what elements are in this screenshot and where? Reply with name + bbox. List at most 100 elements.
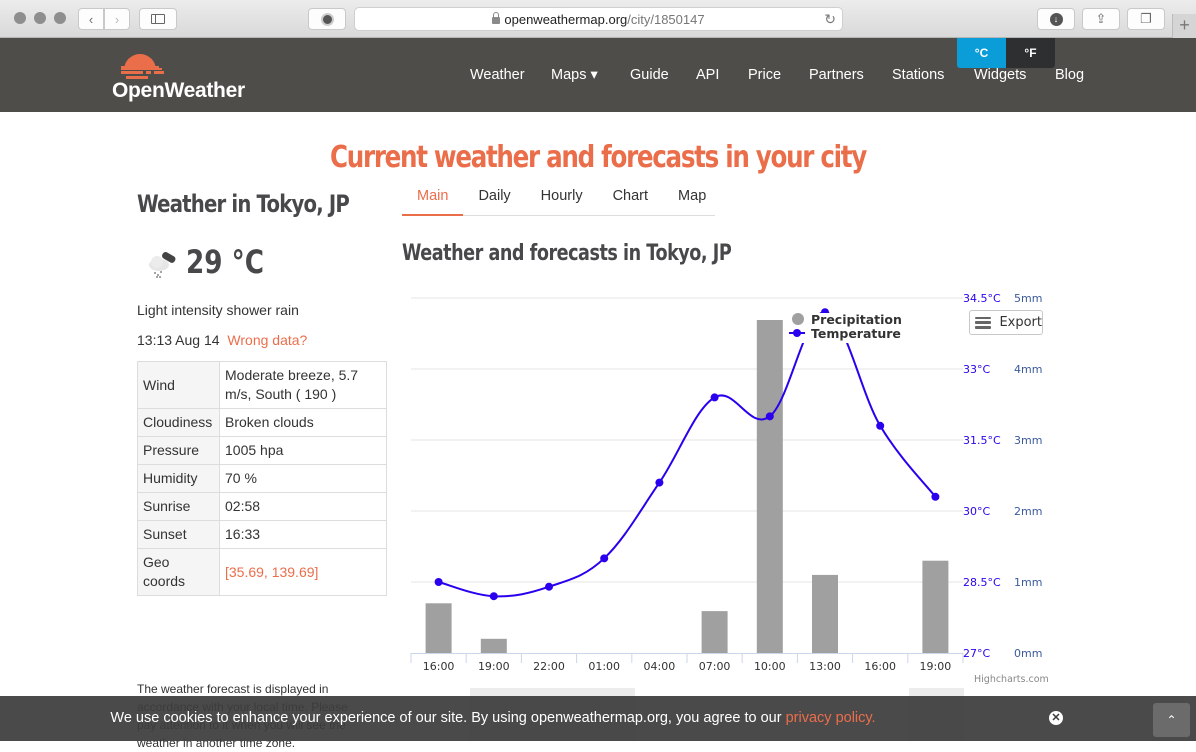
address-bar[interactable]: openweathermap.org/city/1850147 ↻ <box>354 7 843 31</box>
logo-text: OpenWeather <box>112 79 245 102</box>
back-button[interactable]: ‹ <box>78 8 104 30</box>
detail-value: 1005 hpa <box>219 436 387 465</box>
x-tick-label: 19:00 <box>920 660 952 673</box>
fahrenheit-button[interactable]: °F <box>1006 38 1055 68</box>
share-icon: ⇪ <box>1095 11 1107 26</box>
x-tick-label: 07:00 <box>699 660 731 673</box>
tab-map[interactable]: Map <box>663 182 721 215</box>
logo[interactable]: OpenWeather <box>112 48 245 103</box>
table-row: Cloudiness Broken clouds <box>137 408 387 437</box>
page-title: Current weather and forecasts in your ci… <box>330 140 867 175</box>
tab-chart[interactable]: Chart <box>598 182 663 215</box>
sidebar-button[interactable] <box>139 8 177 30</box>
nav-weather[interactable]: Weather <box>470 67 525 83</box>
precipitation-bar <box>922 560 949 653</box>
x-tick-label: 01:00 <box>588 660 620 673</box>
privacy-report-button[interactable] <box>308 8 346 30</box>
nav-price[interactable]: Price <box>748 67 781 83</box>
shower-rain-icon <box>149 252 176 278</box>
unit-toggle: °C °F <box>957 38 1055 68</box>
x-tick-label: 13:00 <box>809 660 841 673</box>
precip-tick-label: 1mm <box>1014 576 1042 589</box>
detail-label: Cloudiness <box>137 408 220 437</box>
detail-label: Wind <box>137 361 220 409</box>
detail-value: 16:33 <box>219 520 387 549</box>
detail-value: 02:58 <box>219 492 387 521</box>
new-tab-icon: + <box>1179 15 1190 35</box>
forecast-tabs: Main Daily Hourly Chart Map <box>402 182 715 216</box>
zoom-window-button[interactable] <box>54 12 66 24</box>
temperature-line <box>438 311 937 598</box>
nav-guide[interactable]: Guide <box>630 67 669 83</box>
celsius-button[interactable]: °C <box>957 38 1006 68</box>
temp-tick-label: 34.5°C <box>963 292 1001 305</box>
geo-coords-link[interactable]: [35.69, 139.69] <box>219 548 387 596</box>
cookie-banner: We use cookies to enhance your experienc… <box>0 696 1196 741</box>
minimize-window-button[interactable] <box>34 12 46 24</box>
y-axes: 27°C 0mm 28.5°C 1mm 30°C 2mm 31.5°C 3mm 33°C 4mm 3… <box>963 292 1042 660</box>
current-temperature: 29 °C <box>186 243 265 281</box>
legend-temperature-label: Temperature <box>811 326 901 341</box>
wrong-data-link[interactable]: Wrong data? <box>227 332 307 348</box>
nav-stations[interactable]: Stations <box>892 67 944 83</box>
site-header: OpenWeather Weather Maps ▾ Guide API Pri… <box>0 38 1196 112</box>
temp-tick-label: 33°C <box>963 363 990 376</box>
nav-blog[interactable]: Blog <box>1055 67 1084 83</box>
share-button[interactable]: ⇪ <box>1082 8 1120 30</box>
nav-partners[interactable]: Partners <box>809 67 864 83</box>
precip-tick-label: 5mm <box>1014 292 1042 305</box>
section-title: Weather and forecasts in Tokyo, JP <box>402 241 732 266</box>
scroll-to-top-button[interactable]: ⌃ <box>1153 703 1190 737</box>
temperature-point <box>931 492 940 501</box>
nav-maps[interactable]: Maps ▾ <box>551 67 598 83</box>
nav-api[interactable]: API <box>696 67 719 83</box>
tab-hourly[interactable]: Hourly <box>526 182 598 215</box>
tabs-icon: ❐ <box>1140 11 1152 26</box>
url-path: /city/1850147 <box>627 11 705 27</box>
show-tabs-button[interactable]: ❐ <box>1127 8 1165 30</box>
temp-tick-label: 30°C <box>963 505 990 518</box>
x-tick-label: 10:00 <box>754 660 786 673</box>
browser-toolbar: ‹ › openweathermap.org/city/1850147 ↻ ↓ … <box>0 0 1196 38</box>
forward-button[interactable]: › <box>104 8 130 30</box>
detail-label: Humidity <box>137 464 220 493</box>
temperature-point <box>489 592 498 601</box>
close-window-button[interactable] <box>14 12 26 24</box>
privacy-icon <box>320 12 334 26</box>
export-button[interactable]: Export <box>969 310 1043 335</box>
legend-precipitation-marker <box>792 313 804 325</box>
reload-icon[interactable]: ↻ <box>824 11 836 28</box>
temp-tick-label: 31.5°C <box>963 434 1001 447</box>
legend-temperature-marker <box>793 329 801 337</box>
temp-tick-label: 28.5°C <box>963 576 1001 589</box>
temperature-point <box>765 412 774 421</box>
x-tick-label: 04:00 <box>644 660 676 673</box>
precip-tick-label: 3mm <box>1014 434 1042 447</box>
detail-value: Moderate breeze, 5.7 m/s, South ( 190 ) <box>219 361 387 409</box>
chart-credits[interactable]: Highcharts.com <box>974 674 1049 685</box>
close-cookie-button[interactable]: ✕ <box>1049 711 1063 725</box>
temperature-point <box>434 578 443 586</box>
precipitation-bars <box>425 320 949 653</box>
close-icon: ✕ <box>1051 712 1061 724</box>
detail-label: Sunset <box>137 520 220 549</box>
precip-tick-label: 4mm <box>1014 363 1042 376</box>
detail-label: Sunrise <box>137 492 220 521</box>
logo-sun-icon <box>121 54 164 79</box>
downloads-button[interactable]: ↓ <box>1037 8 1075 30</box>
x-tick-label: 19:00 <box>478 660 510 673</box>
privacy-policy-link[interactable]: privacy policy. <box>786 710 876 726</box>
temperature-points <box>434 308 940 601</box>
observation-time: 13:13 Aug 14 Wrong data? <box>137 332 307 348</box>
chevron-up-icon: ⌃ <box>1166 713 1177 727</box>
export-label: Export <box>999 315 1042 330</box>
nav-widgets[interactable]: Widgets <box>974 67 1026 83</box>
precipitation-bar <box>756 320 783 653</box>
tab-daily[interactable]: Daily <box>463 182 525 215</box>
new-tab-button[interactable]: + <box>1172 14 1196 38</box>
temp-tick-label: 27°C <box>963 647 990 660</box>
table-row: Sunset 16:33 <box>137 520 387 549</box>
precip-tick-label: 2mm <box>1014 505 1042 518</box>
tab-main[interactable]: Main <box>402 182 464 216</box>
city-title: Weather in Tokyo, JP <box>137 190 350 218</box>
